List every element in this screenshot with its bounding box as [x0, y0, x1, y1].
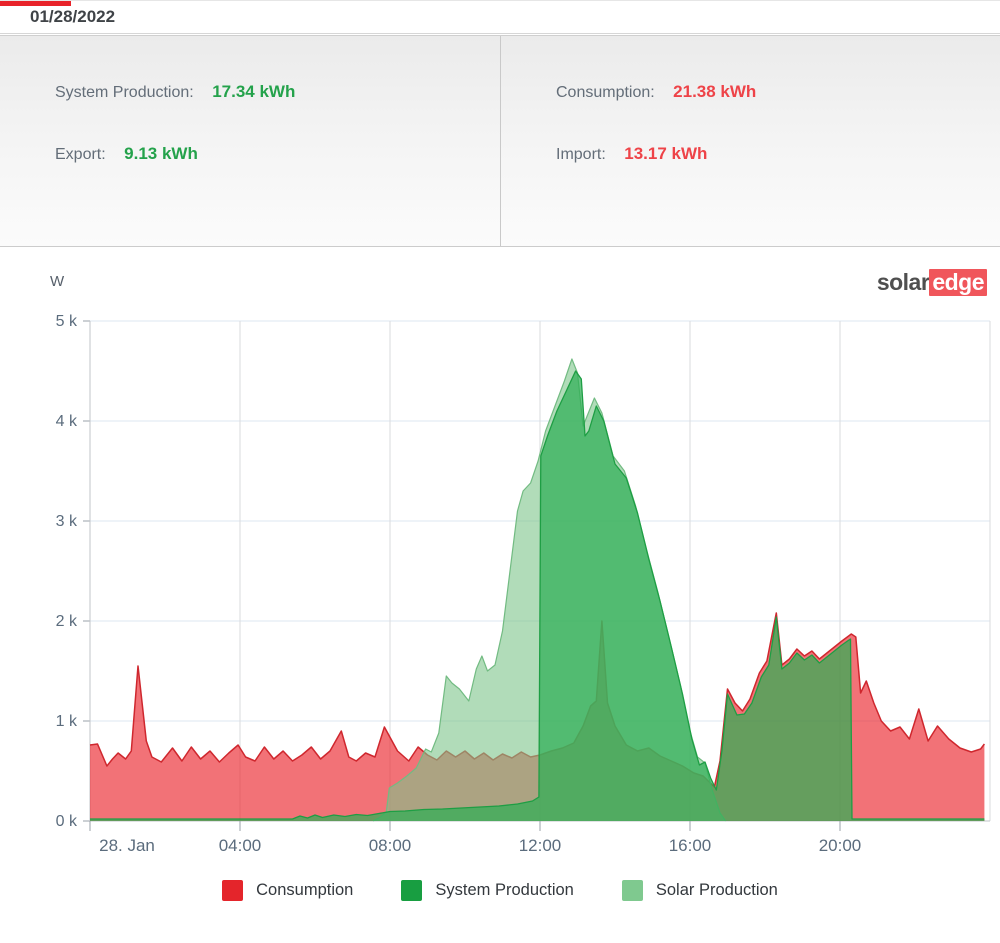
- consumption-swatch-icon: [222, 880, 244, 901]
- consumption-label: Consumption:: [556, 84, 655, 101]
- energy-summary-panel: System Production: 17.34 kWh Export: 9.1…: [0, 35, 1000, 247]
- title-bar: 01/28/2022: [0, 0, 1000, 34]
- consumption-row: Consumption: 21.38 kWh: [556, 82, 1000, 102]
- power-chart-section: W solar edge 0 k1 k2 k3 k4 k5 k 28. Jan 04:…: [0, 247, 1000, 943]
- system-production-swatch-icon: [401, 880, 423, 901]
- solar-production-swatch-icon: [621, 880, 643, 901]
- svg-text:3 k: 3 k: [56, 513, 78, 530]
- production-summary-panel: System Production: 17.34 kWh Export: 9.1…: [0, 36, 500, 246]
- export-value: 9.13 kWh: [124, 144, 198, 163]
- chart-legend: Consumption System Production Solar Prod…: [0, 880, 1000, 901]
- svg-text:04:00: 04:00: [219, 836, 262, 855]
- system-production-label: System Production:: [55, 84, 194, 101]
- legend-item-solar-production[interactable]: Solar Production: [621, 880, 778, 901]
- import-row: Import: 13.17 kWh: [556, 144, 1000, 164]
- svg-text:08:00: 08:00: [369, 836, 412, 855]
- system-production-row: System Production: 17.34 kWh: [55, 82, 500, 102]
- svg-text:1 k: 1 k: [56, 713, 78, 730]
- system-production-value: 17.34 kWh: [212, 82, 296, 101]
- import-value: 13.17 kWh: [624, 144, 708, 163]
- legend-label-consumption: Consumption: [256, 881, 354, 899]
- svg-text:2 k: 2 k: [56, 613, 78, 630]
- legend-item-system-production[interactable]: System Production: [401, 880, 574, 901]
- legend-label-system-production: System Production: [435, 881, 574, 899]
- consumption-value: 21.38 kWh: [673, 82, 757, 101]
- legend-label-solar-production: Solar Production: [655, 881, 778, 899]
- svg-text:5 k: 5 k: [56, 313, 78, 330]
- export-label: Export:: [55, 146, 106, 163]
- legend-item-consumption[interactable]: Consumption: [222, 880, 353, 901]
- svg-text:20:00: 20:00: [819, 836, 862, 855]
- date-picker-field[interactable]: 01/28/2022: [30, 1, 115, 35]
- svg-text:12:00: 12:00: [519, 836, 562, 855]
- svg-text:0 k: 0 k: [56, 813, 78, 830]
- consumption-summary-panel: Consumption: 21.38 kWh Import: 13.17 kWh: [500, 36, 1000, 246]
- import-label: Import:: [556, 146, 606, 163]
- svg-text:28. Jan: 28. Jan: [99, 836, 155, 855]
- svg-text:4 k: 4 k: [56, 413, 78, 430]
- svg-text:16:00: 16:00: [669, 836, 712, 855]
- chart-plot-area[interactable]: 0 k 1 k 2 k 3 k 4 k 5 k 28. Jan 04:00 08:00 12:00…: [0, 247, 1000, 943]
- export-row: Export: 9.13 kWh: [55, 144, 500, 164]
